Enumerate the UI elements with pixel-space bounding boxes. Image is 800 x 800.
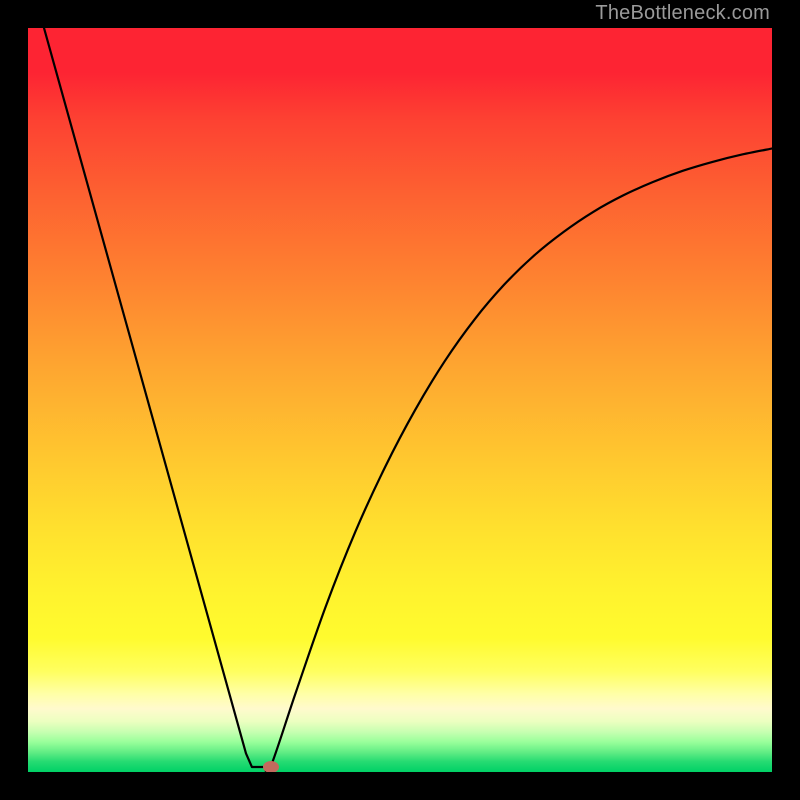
optimal-point-marker (263, 761, 279, 772)
chart-frame: TheBottleneck.com (0, 0, 800, 800)
bottleneck-curve (44, 28, 772, 772)
watermark-text: TheBottleneck.com (595, 2, 770, 25)
curve-layer (28, 28, 772, 772)
plot-area (28, 28, 772, 772)
